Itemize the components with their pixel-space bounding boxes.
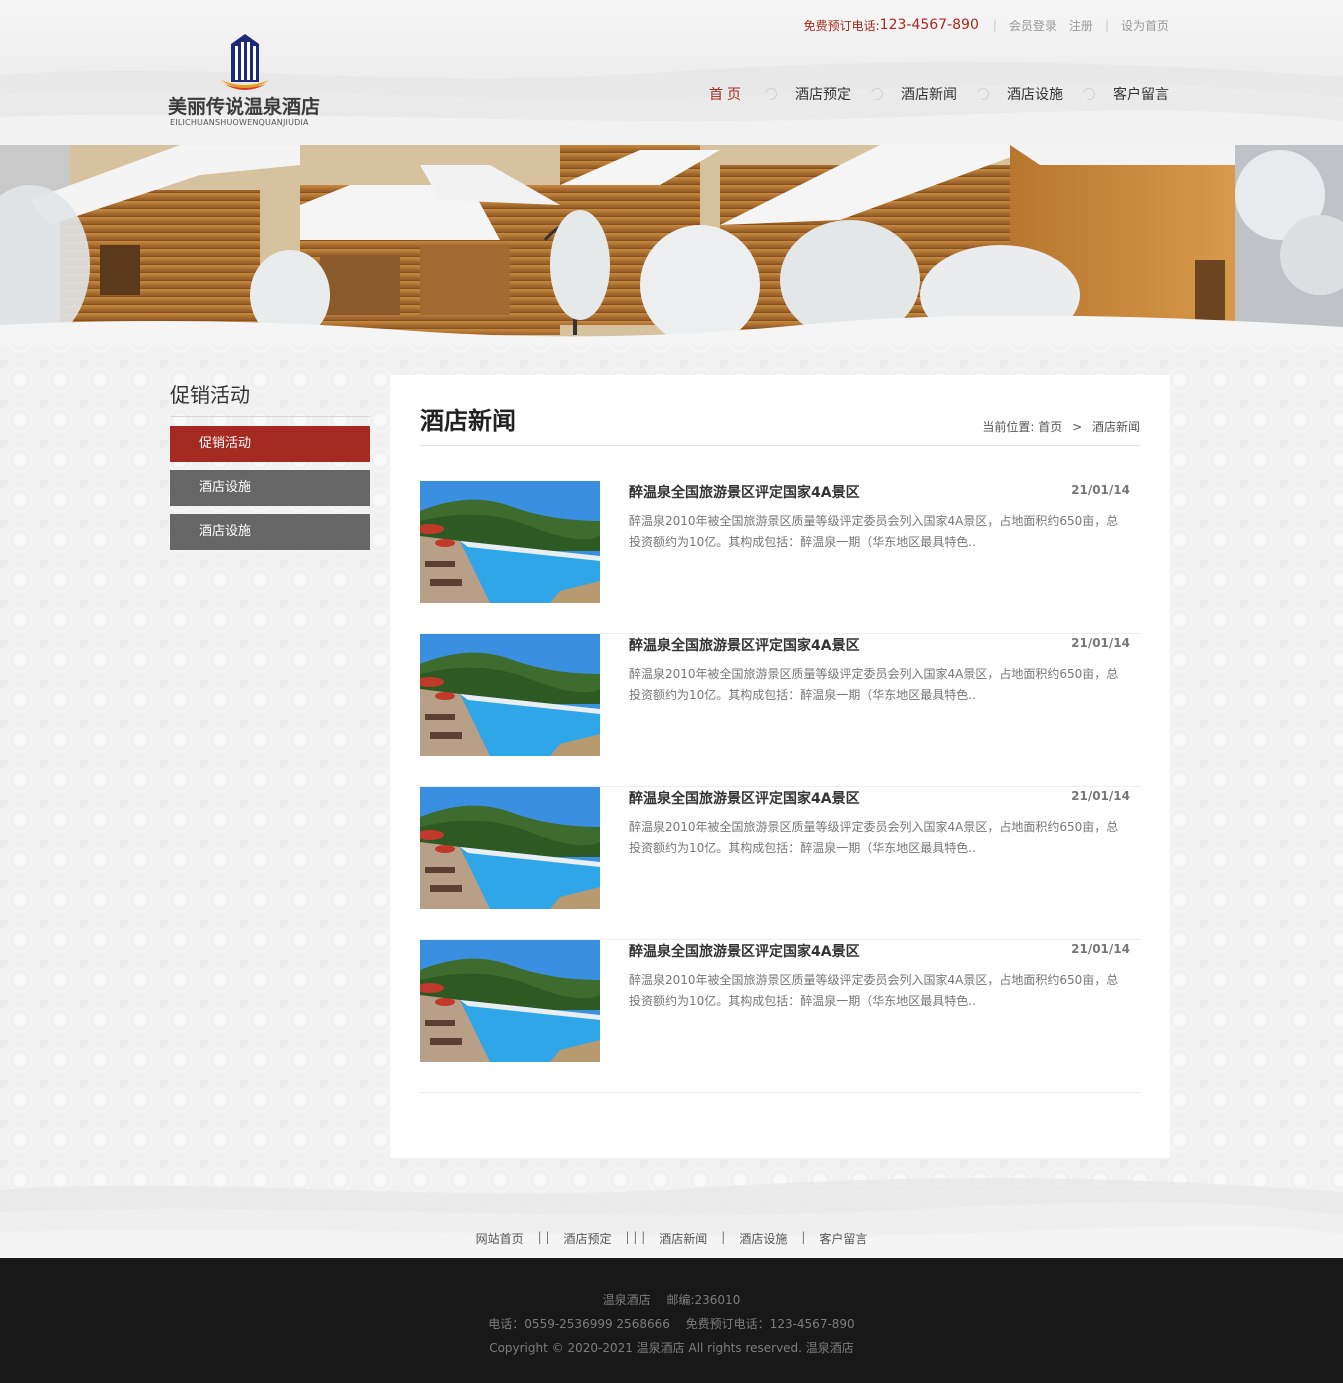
news-item: 醉温泉全国旅游景区评定国家4A景区 21/01/14 醉温泉2010年被全国旅游…: [420, 940, 1140, 1093]
footer-contact: 电话：0559-2536999 2568666 免费预订电话：123-4567-…: [488, 1317, 855, 1331]
nav-swirl-icon: [868, 86, 884, 102]
news-title-link[interactable]: 醉温泉全国旅游景区评定国家4A景区: [629, 482, 860, 502]
sidebar-item-promotions[interactable]: 促销活动: [170, 426, 370, 462]
footer-link-booking[interactable]: 酒店预定: [564, 1230, 612, 1247]
news-thumbnail-pool[interactable]: [420, 787, 600, 909]
nav-item-guestbook[interactable]: 客户留言: [1113, 84, 1169, 104]
breadcrumb-separator: >: [1072, 420, 1083, 434]
footer-divider: | |: [537, 1230, 550, 1244]
site-logo[interactable]: 美丽传说温泉酒店 EILICHUANSHUOWENQUANJIUDIA: [168, 32, 328, 132]
footer-divider: |: [721, 1230, 726, 1244]
nav-item-facilities[interactable]: 酒店设施: [1007, 84, 1063, 104]
news-summary: 醉温泉2010年被全国旅游景区质量等级评定委员会列入国家4A景区，占地面积约65…: [629, 973, 1119, 1008]
logo-building-icon: [221, 34, 269, 90]
page-title: 酒店新闻: [420, 407, 516, 435]
news-thumbnail-pool[interactable]: [420, 940, 600, 1062]
snowy-cabins-illustration: [0, 145, 1343, 345]
news-list: 醉温泉全国旅游景区评定国家4A景区 21/01/14 醉温泉2010年被全国旅游…: [420, 481, 1140, 1093]
footer-link-facilities[interactable]: 酒店设施: [739, 1230, 787, 1247]
sidebar-title: 促销活动: [170, 380, 370, 417]
footer-link-guestbook[interactable]: 客户留言: [819, 1230, 867, 1247]
news-date: 21/01/14: [1071, 483, 1130, 497]
main-content: 酒店新闻 当前位置: 首页 > 酒店新闻 醉温泉全国旅游景区评定国家4A景区 2…: [390, 375, 1170, 1158]
main-nav: 首页 酒店预定 酒店新闻 酒店设施 客户留言: [709, 84, 1169, 104]
nav-swirl-icon: [974, 86, 990, 102]
nav-item-home[interactable]: 首页: [709, 84, 745, 104]
content-header: 酒店新闻 当前位置: 首页 > 酒店新闻: [420, 405, 1140, 446]
sidebar: 促销活动 促销活动 酒店设施 酒店设施: [170, 380, 370, 550]
footer-address: 温泉酒店 邮编:236010: [602, 1293, 741, 1307]
footer-link-news[interactable]: 酒店新闻: [659, 1230, 707, 1247]
site-footer: 温泉酒店 邮编:236010 电话：0559-2536999 2568666 免…: [0, 1258, 1343, 1383]
news-thumbnail-pool[interactable]: [420, 634, 600, 756]
sidebar-item-facilities[interactable]: 酒店设施: [170, 470, 370, 506]
news-title-link[interactable]: 醉温泉全国旅游景区评定国家4A景区: [629, 941, 860, 961]
news-summary: 醉温泉2010年被全国旅游景区质量等级评定委员会列入国家4A景区，占地面积约65…: [629, 514, 1119, 549]
divider: |: [992, 18, 997, 32]
nav-swirl-icon: [1080, 86, 1096, 102]
nav-item-booking[interactable]: 酒店预定: [795, 84, 851, 104]
breadcrumb: 当前位置: 首页 > 酒店新闻: [982, 418, 1140, 435]
sidebar-item-facilities-2[interactable]: 酒店设施: [170, 514, 370, 550]
nav-item-news[interactable]: 酒店新闻: [901, 84, 957, 104]
news-thumbnail-pool[interactable]: [420, 481, 600, 603]
hotline-number: 123-4567-890: [879, 17, 979, 33]
footer-link-home[interactable]: 网站首页: [476, 1230, 524, 1247]
news-title-link[interactable]: 醉温泉全国旅游景区评定国家4A景区: [629, 635, 860, 655]
news-summary: 醉温泉2010年被全国旅游景区质量等级评定委员会列入国家4A景区，占地面积约65…: [629, 820, 1119, 855]
footer-nav: 网站首页 | | 酒店预定 | | | 酒店新闻 | 酒店设施 | 客户留言: [0, 1230, 1343, 1247]
breadcrumb-current: 酒店新闻: [1091, 420, 1140, 434]
news-date: 21/01/14: [1071, 942, 1130, 956]
news-date: 21/01/14: [1071, 789, 1130, 803]
news-date: 21/01/14: [1071, 636, 1130, 650]
footer-divider: |: [801, 1230, 806, 1244]
hero-banner-image: [0, 145, 1343, 345]
news-summary: 醉温泉2010年被全国旅游景区质量等级评定委员会列入国家4A景区，占地面积约65…: [629, 667, 1119, 702]
site-header: 美丽传说温泉酒店 EILICHUANSHUOWENQUANJIUDIA 免费预订…: [0, 0, 1343, 145]
hotline-label: 免费预订电话:: [803, 18, 880, 33]
breadcrumb-label: 当前位置:: [982, 420, 1035, 434]
footer-copyright: Copyright © 2020-2021 温泉酒店 All rights re…: [489, 1341, 854, 1355]
register-link[interactable]: 注册: [1069, 17, 1093, 34]
footer-divider: | | |: [625, 1230, 646, 1244]
breadcrumb-home-link[interactable]: 首页: [1038, 420, 1062, 434]
news-item: 醉温泉全国旅游景区评定国家4A景区 21/01/14 醉温泉2010年被全国旅游…: [420, 634, 1140, 787]
nav-swirl-icon: [762, 86, 778, 102]
logo-name-cn: 美丽传说温泉酒店: [168, 96, 321, 118]
logo-name-en: EILICHUANSHUOWENQUANJIUDIA: [170, 118, 309, 127]
top-utility-bar: 免费预订电话: 123-4567-890 | 会员登录 注册 | 设为首页: [804, 15, 1169, 35]
news-item: 醉温泉全国旅游景区评定国家4A景区 21/01/14 醉温泉2010年被全国旅游…: [420, 481, 1140, 634]
divider: |: [1104, 18, 1109, 32]
set-homepage-link[interactable]: 设为首页: [1121, 17, 1169, 34]
news-item: 醉温泉全国旅游景区评定国家4A景区 21/01/14 醉温泉2010年被全国旅游…: [420, 787, 1140, 940]
login-link[interactable]: 会员登录: [1009, 17, 1057, 34]
news-title-link[interactable]: 醉温泉全国旅游景区评定国家4A景区: [629, 788, 860, 808]
